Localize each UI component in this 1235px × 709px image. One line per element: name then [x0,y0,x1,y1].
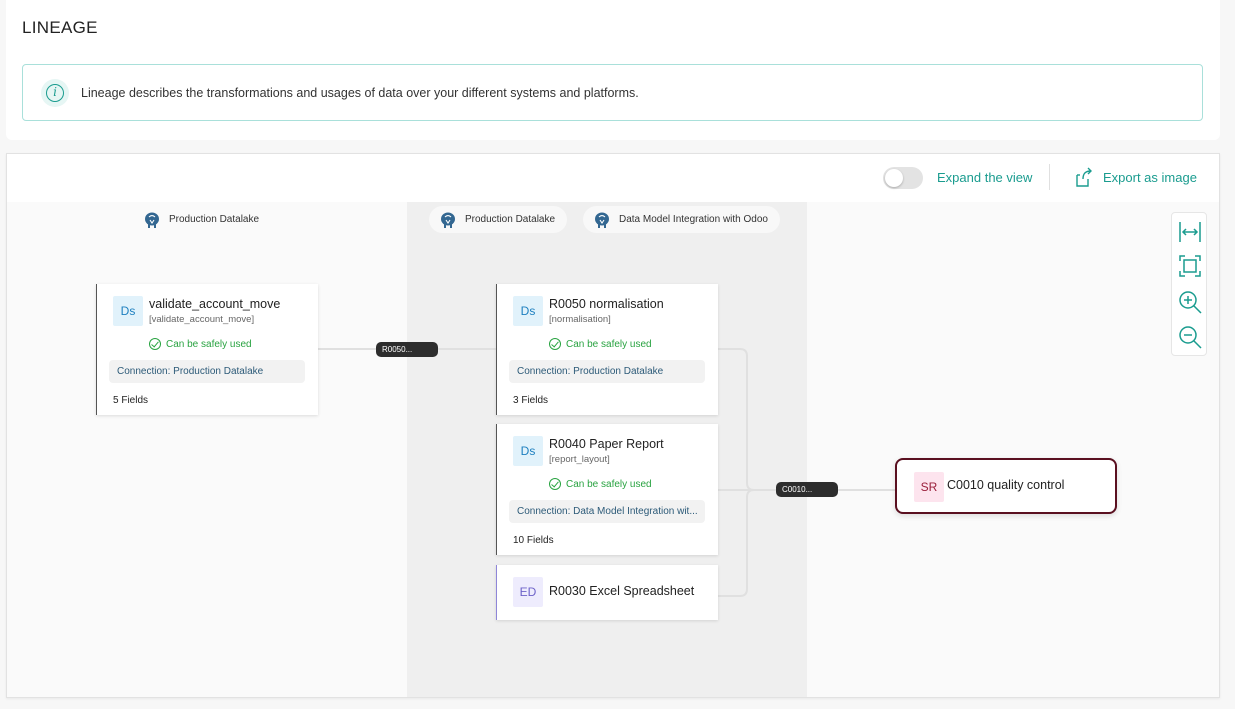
zoom-out-icon[interactable] [1177,324,1203,350]
source-label: Production Datalake [465,214,556,225]
fit-width-icon[interactable] [1177,219,1203,245]
check-circle-icon [149,338,161,350]
source-label: Data Model Integration with Odoo [619,214,768,225]
fields-count: 5 Fields [113,395,149,406]
source-chip: Data Model Integration with Odoo [583,206,780,233]
zoom-controls [1171,212,1207,356]
page-title: LINEAGE [22,18,98,37]
export-as-image-button[interactable]: Export as image [1103,170,1197,185]
fit-screen-icon[interactable] [1177,253,1203,279]
node-title: R0040 Paper Report [549,437,664,451]
status-badge: Can be safely used [549,338,652,350]
external-document-badge: ED [513,577,543,607]
lane-1: Production Datalake [7,202,407,697]
postgresql-icon [441,212,455,228]
node-title: R0050 normalisation [549,297,664,311]
fields-count: 10 Fields [513,535,554,546]
dataset-badge: Ds [513,296,543,326]
graph-toolbar: Expand the view Export as image [7,154,1219,202]
lineage-header-card: LINEAGE i Lineage describes the transfor… [6,0,1220,140]
report-badge: SR [914,472,944,502]
edge-label[interactable]: C0010... [776,482,838,497]
node-card-r0040[interactable]: Ds R0040 Paper Report [report_layout] Ca… [496,424,718,555]
status-badge: Can be safely used [149,338,252,350]
export-icon[interactable] [1073,166,1095,188]
connection-label: Connection: Production Datalake [509,360,705,383]
node-card-c0010-selected[interactable]: SR C0010 quality control [895,458,1117,514]
node-title: C0010 quality control [947,478,1065,492]
fields-count: 3 Fields [513,395,549,406]
node-subtitle: [validate_account_move] [149,314,255,325]
node-card-r0050[interactable]: Ds R0050 normalisation [normalisation] C… [496,284,718,415]
source-chip: Production Datalake [429,206,568,233]
info-banner: i Lineage describes the transformations … [22,64,1203,121]
node-title: R0030 Excel Spreadsheet [549,584,695,598]
expand-view-toggle[interactable] [883,167,923,189]
postgresql-icon [145,212,159,228]
lane-3 [807,202,1219,697]
source-label: Production Datalake [169,214,260,225]
node-card-r0030[interactable]: ED R0030 Excel Spreadsheet [496,565,718,620]
postgresql-icon [595,212,609,228]
lineage-graph-panel: Expand the view Export as image Producti… [6,153,1220,698]
dataset-badge: Ds [513,436,543,466]
connection-label: Connection: Data Model Integration wit..… [509,500,705,523]
node-subtitle: [report_layout] [549,454,610,465]
status-badge: Can be safely used [549,478,652,490]
check-circle-icon [549,338,561,350]
check-circle-icon [549,478,561,490]
expand-view-label[interactable]: Expand the view [937,170,1032,185]
info-text: Lineage describes the transformations an… [81,85,639,100]
node-card-validate-account-move[interactable]: Ds validate_account_move [validate_accou… [96,284,318,415]
zoom-in-icon[interactable] [1177,289,1203,315]
source-chip: Production Datalake [133,206,272,233]
toolbar-divider [1049,164,1050,190]
connection-label: Connection: Production Datalake [109,360,305,383]
edge-label[interactable]: R0050... [376,342,438,357]
node-title: validate_account_move [149,297,281,311]
info-icon: i [41,78,69,107]
node-subtitle: [normalisation] [549,314,611,325]
dataset-badge: Ds [113,296,143,326]
